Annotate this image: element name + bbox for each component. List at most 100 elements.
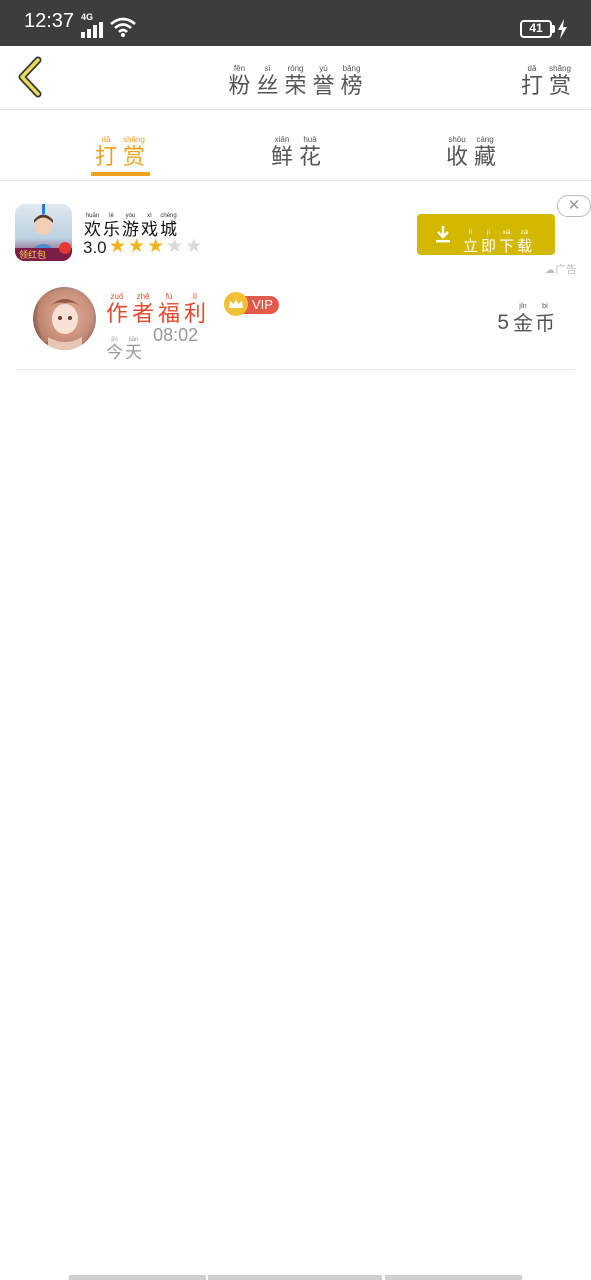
pinyin: lì	[193, 292, 198, 301]
ad-app-icon[interactable]: 领红包	[15, 204, 72, 261]
ruby-char: yù 誉	[313, 64, 335, 100]
pinyin: lì	[469, 230, 472, 236]
ruby-char: róng 荣	[284, 64, 306, 100]
hanzi: 藏	[474, 145, 497, 170]
pinyin: dǎ	[527, 64, 537, 73]
ad-label: ☁广告	[545, 261, 577, 277]
download-button[interactable]: lì 立 jí 即 xià 下 zài 载	[417, 214, 555, 255]
hanzi: 丝	[256, 74, 279, 99]
hanzi: 誉	[312, 74, 335, 99]
reward-amount-value: 5	[497, 311, 509, 334]
reward-clock: 08:02	[153, 325, 199, 345]
pinyin: xià	[502, 230, 511, 236]
pinyin: zài	[520, 230, 529, 236]
tab-flowers[interactable]: xiān 鲜 huā 花	[236, 127, 356, 171]
ruby-char: cáng 藏	[474, 135, 496, 171]
tab-reward[interactable]: dǎ 打 shǎng 赏	[60, 127, 180, 171]
hanzi: 今	[106, 343, 123, 363]
pinyin: bǎng	[342, 64, 361, 73]
star-empty-icon: ★	[185, 235, 205, 257]
game-avatar-icon: 领红包	[15, 204, 72, 261]
hanzi: 载	[517, 237, 533, 255]
signal-icon	[81, 22, 103, 38]
pinyin: huān	[85, 213, 100, 219]
ad-banner[interactable]: 领红包 huān 欢 lè 乐 yóu 游 xì 戏 chéng 城 3.0 ★★★★★ lì 立 j…	[0, 190, 591, 276]
status-time: 12:37	[24, 10, 75, 32]
hanzi: 鲜	[270, 145, 293, 170]
ruby-char: bǎng 榜	[341, 64, 363, 100]
hanzi: 者	[132, 302, 155, 327]
hanzi: 币	[535, 311, 555, 335]
pinyin: fú	[165, 292, 173, 301]
pinyin: dǎ	[101, 135, 111, 144]
cloud-icon: ☁	[545, 265, 555, 276]
tab-favorites[interactable]: shōu 收 cáng 藏	[411, 127, 531, 171]
gesture-bar-right[interactable]	[385, 1275, 522, 1280]
pinyin: yù	[319, 64, 328, 73]
hanzi: 打	[94, 145, 117, 170]
pinyin: lè	[109, 213, 114, 219]
hanzi: 天	[125, 343, 142, 363]
ruby-char: xiān 鲜	[271, 135, 293, 171]
star-filled-icon: ★	[109, 235, 129, 257]
ruby-char: zài 载	[517, 229, 532, 256]
network-type: 4G	[81, 12, 94, 22]
download-label: lì 立 jí 即 xià 下 zài 载	[463, 219, 532, 256]
ruby-char: jīn 今	[106, 337, 123, 363]
hanzi: 下	[499, 237, 515, 255]
pinyin: zhě	[136, 292, 150, 301]
ruby-char: lì 利	[184, 292, 206, 328]
hanzi: 榜	[340, 74, 363, 99]
hanzi: 赏	[123, 145, 146, 170]
hanzi: 即	[481, 237, 497, 255]
pinyin: sī	[264, 64, 271, 73]
hanzi: 金	[513, 311, 533, 335]
ruby-char: dǎ 打	[521, 64, 543, 100]
pinyin: shǎng	[549, 64, 571, 73]
ruby-char: fěn 粉	[228, 64, 250, 100]
star-filled-icon: ★	[128, 235, 148, 257]
list-item[interactable]: zuò 作 zhě 者 fú 福 lì 利 VIP jīn 今 tiān 天 08:02 5 jīn…	[16, 276, 575, 370]
reward-time: jīn 今 tiān 天 08:02	[106, 326, 198, 363]
ruby-char: huā 花	[299, 135, 321, 171]
reward-button[interactable]: dǎ 打 shǎng 赏	[521, 56, 571, 100]
hanzi: 收	[445, 145, 468, 170]
ruby-char: lì 立	[463, 229, 478, 256]
pinyin: róng	[287, 64, 304, 73]
hanzi: 花	[299, 145, 322, 170]
ad-label-text: 广告	[555, 263, 577, 276]
ad-icon-caption: 领红包	[19, 249, 46, 261]
gesture-bar-left[interactable]	[69, 1275, 206, 1280]
ruby-char: zuò 作	[106, 292, 128, 328]
ruby-char: huān 欢	[84, 213, 101, 240]
ruby-char: xià 下	[499, 229, 514, 256]
page-title: fěn 粉 sī 丝 róng 荣 yù 誉 bǎng 榜	[0, 56, 591, 100]
pinyin: chéng	[160, 213, 177, 219]
ruby-char: fú 福	[158, 292, 180, 328]
hanzi: 欢	[84, 220, 101, 240]
download-icon	[436, 226, 450, 243]
ruby-char: dǎ 打	[95, 135, 117, 171]
ruby-char: jí 即	[481, 229, 496, 256]
pinyin: zuò	[110, 292, 124, 301]
avatar-image	[37, 289, 91, 350]
gesture-bar-center[interactable]	[208, 1275, 382, 1280]
hanzi: 立	[463, 237, 479, 255]
ruby-char: shǎng 赏	[123, 135, 145, 171]
hanzi: 赏	[548, 74, 571, 99]
hanzi: 荣	[284, 74, 307, 99]
charging-icon	[558, 19, 567, 39]
avatar[interactable]	[33, 287, 96, 350]
crown-icon	[224, 292, 248, 316]
close-ad-icon[interactable]: ✕	[557, 195, 591, 217]
pinyin: bì	[542, 303, 548, 310]
pinyin: jí	[487, 230, 491, 236]
ad-rating: 3.0	[83, 238, 107, 257]
rating-stars: ★★★★★	[109, 235, 204, 257]
pinyin: xiān	[274, 135, 290, 144]
hanzi: 作	[106, 302, 129, 327]
reward-amount: 5 jīn 金 bì 币	[497, 302, 555, 335]
pinyin: jīn	[519, 303, 527, 310]
header: fěn 粉 sī 丝 róng 荣 yù 誉 bǎng 榜 dǎ 打 shǎng 赏	[0, 46, 591, 110]
user-name: zuò 作 zhě 者 fú 福 lì 利	[106, 284, 206, 328]
